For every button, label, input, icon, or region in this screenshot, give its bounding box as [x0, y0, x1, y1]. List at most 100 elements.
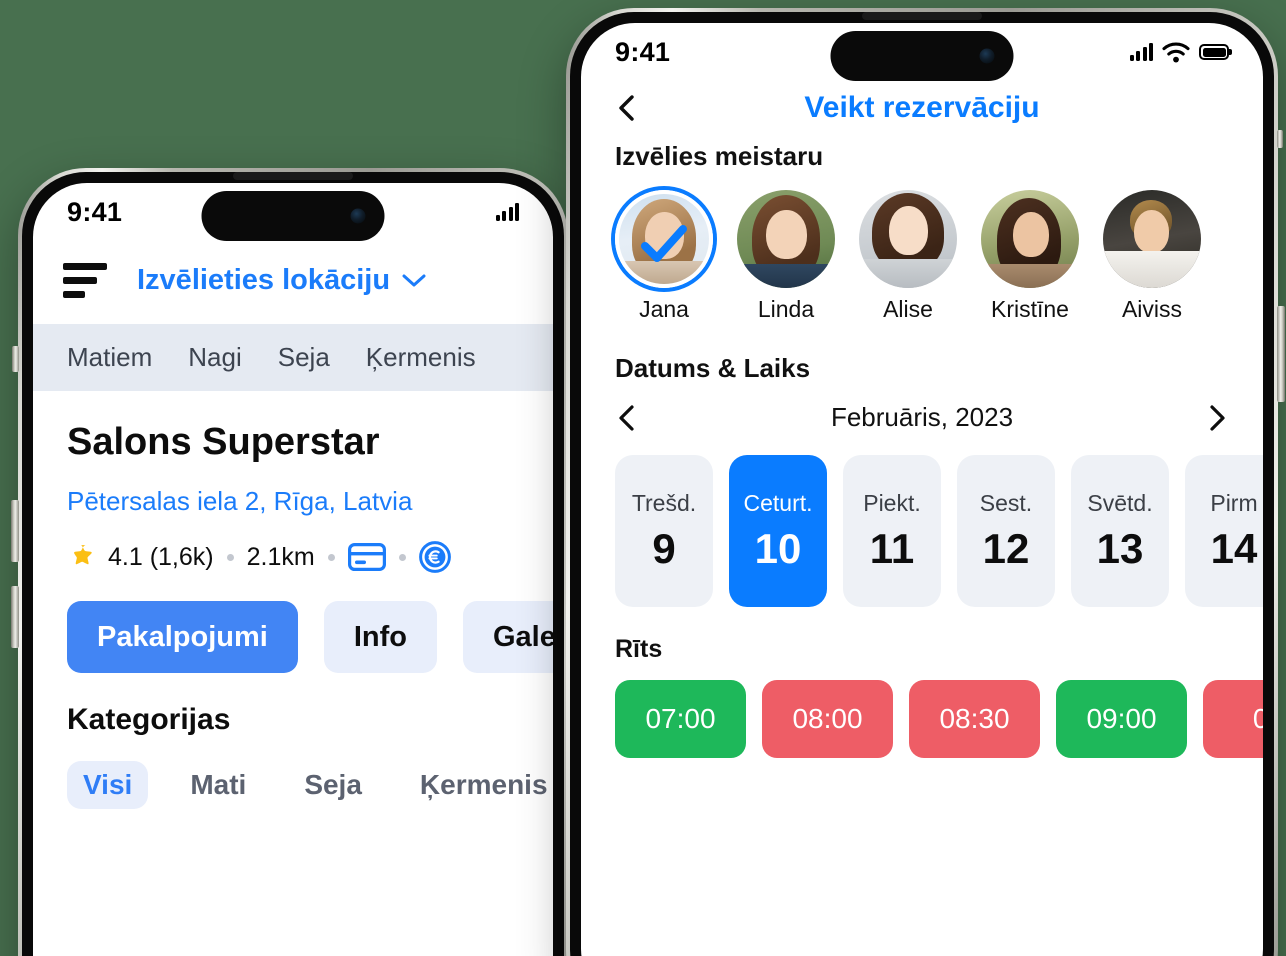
credit-card-icon	[347, 543, 386, 571]
date-day: 9	[652, 524, 676, 572]
avatar	[981, 190, 1079, 288]
front-camera-icon	[350, 208, 366, 224]
cellular-signal-icon	[495, 203, 519, 221]
meta-separator-dot	[398, 553, 406, 561]
date-weekday: Sest.	[979, 489, 1033, 516]
categories-title: Kategorijas	[67, 703, 231, 736]
master-item-jana[interactable]: Jana	[615, 190, 713, 323]
salon-name: Salons Superstar	[67, 421, 380, 463]
category-nav-item-3[interactable]: Ķermenis	[366, 342, 476, 373]
battery-icon	[1199, 44, 1229, 60]
master-item-kristine[interactable]: Kristīne	[981, 190, 1079, 323]
salon-rating: 4.1 (1,6k)	[108, 542, 214, 571]
left-phone-screen: 9:41 Izvēlieties lokāciju Matiem Nagi Se…	[33, 183, 553, 956]
datetime-section-title: Datums & Laiks	[615, 353, 811, 383]
location-picker-label: Izvēlieties lokāciju	[137, 264, 391, 296]
date-cell[interactable]: Pirm 14	[1185, 455, 1263, 607]
salon-meta-row: 4.1 (1,6k) 2.1km	[67, 541, 519, 573]
avatar	[615, 190, 713, 288]
time-slot[interactable]: 07:00	[615, 680, 746, 758]
category-nav-item-2[interactable]: Seja	[278, 342, 330, 373]
euro-coin-icon	[418, 541, 451, 573]
time-slot[interactable]: 08:30	[909, 680, 1040, 758]
volume-up-button[interactable]	[11, 500, 19, 562]
chip-visi[interactable]: Visi	[67, 761, 149, 809]
date-weekday: Svētd.	[1087, 489, 1153, 516]
category-nav-item-1[interactable]: Nagi	[188, 342, 241, 373]
date-weekday: Pirm	[1210, 489, 1258, 516]
volume-down-button[interactable]	[11, 586, 19, 648]
time-slot[interactable]: 08:00	[762, 680, 893, 758]
master-item-linda[interactable]: Linda	[737, 190, 835, 323]
salon-info-block: Salons Superstar Pētersalas iela 2, Rīga…	[33, 391, 553, 809]
back-chevron-icon[interactable]	[615, 95, 641, 121]
phone-bezel: 9:41 Veikt rezervāciju Izvēlies meistaru…	[570, 12, 1274, 956]
chip-mati[interactable]: Mati	[174, 761, 262, 809]
sim-tray	[1277, 130, 1283, 148]
booking-nav-bar: Veikt rezervāciju	[581, 81, 1263, 141]
date-cell[interactable]: Sest. 12	[957, 455, 1055, 607]
phone-bezel: 9:41 Izvēlieties lokāciju Matiem Nagi Se…	[22, 172, 564, 956]
tab-info[interactable]: Info	[323, 601, 437, 673]
category-nav-item-0[interactable]: Matiem	[67, 342, 152, 373]
earpiece-speaker	[862, 12, 982, 20]
status-time: 9:41	[67, 196, 123, 227]
master-item-alise[interactable]: Alise	[859, 190, 957, 323]
date-cell[interactable]: Piekt. 11	[843, 455, 941, 607]
wifi-icon	[1162, 41, 1190, 62]
master-name: Alise	[883, 296, 933, 322]
star-icon	[74, 545, 92, 565]
salon-distance: 2.1km	[246, 542, 315, 571]
earpiece-speaker	[233, 172, 353, 180]
avatar	[859, 190, 957, 288]
meta-separator-dot	[327, 553, 335, 561]
status-bar: 9:41	[581, 23, 1263, 81]
status-bar: 9:41	[33, 183, 553, 241]
date-cell-selected[interactable]: Ceturt. 10	[729, 455, 827, 607]
cellular-signal-icon	[1129, 43, 1153, 61]
chevron-down-icon	[402, 274, 426, 286]
chevron-left-icon[interactable]	[615, 404, 639, 432]
silent-switch[interactable]	[12, 346, 19, 372]
chip-kermenis[interactable]: Ķermenis	[404, 761, 553, 809]
chevron-right-icon[interactable]	[1205, 404, 1229, 432]
filter-menu-icon[interactable]	[63, 263, 107, 298]
dynamic-island	[201, 191, 385, 241]
avatar	[737, 190, 835, 288]
slots-section-title: Rīts	[615, 635, 663, 663]
status-indicators	[1129, 41, 1229, 63]
date-cell[interactable]: Svētd. 13	[1071, 455, 1169, 607]
meta-separator-dot	[226, 553, 234, 561]
date-weekday: Ceturt.	[743, 489, 813, 516]
date-day: 12	[982, 524, 1030, 572]
masters-list: Jana Linda Alise Kristīne Aiviss	[581, 190, 1263, 323]
category-chips: Visi Mati Seja Ķermenis	[67, 761, 548, 809]
date-day: 10	[754, 524, 802, 572]
calendar-month-label: Februāris, 2023	[830, 402, 1014, 432]
master-item-aiviss[interactable]: Aiviss	[1103, 190, 1201, 323]
date-day: 11	[869, 524, 915, 572]
date-cell[interactable]: Trešd. 9	[615, 455, 713, 607]
check-icon	[641, 225, 687, 263]
dates-carousel: Trešd. 9 Ceturt. 10 Piekt. 11 Sest. 12 S…	[581, 455, 1263, 607]
tab-pakalpojumi[interactable]: Pakalpojumi	[67, 601, 298, 673]
chip-seja[interactable]: Seja	[288, 761, 378, 809]
master-name: Linda	[757, 296, 815, 322]
masters-section-title: Izvēlies meistaru	[615, 141, 824, 171]
master-name: Kristīne	[991, 296, 1069, 322]
time-slots-carousel: 07:00 08:00 08:30 09:00 09	[581, 680, 1263, 758]
power-button[interactable]	[1277, 306, 1285, 402]
time-slot[interactable]: 09	[1203, 680, 1263, 758]
page-title: Veikt rezervāciju	[804, 91, 1040, 124]
salon-tabs: Pakalpojumi Info Gale	[67, 601, 553, 673]
time-slot[interactable]: 09:00	[1056, 680, 1187, 758]
date-day: 14	[1210, 524, 1258, 572]
location-picker[interactable]: Izvēlieties lokāciju	[137, 264, 426, 297]
category-nav-bar: Matiem Nagi Seja Ķermenis	[33, 324, 553, 391]
tab-galerija[interactable]: Gale	[462, 601, 553, 673]
front-camera-icon	[979, 48, 995, 64]
left-phone-mockup: 9:41 Izvēlieties lokāciju Matiem Nagi Se…	[11, 168, 568, 956]
right-phone-screen: 9:41 Veikt rezervāciju Izvēlies meistaru…	[581, 23, 1263, 956]
dynamic-island	[830, 31, 1014, 81]
salon-address[interactable]: Pētersalas iela 2, Rīga, Latvia	[67, 486, 519, 517]
